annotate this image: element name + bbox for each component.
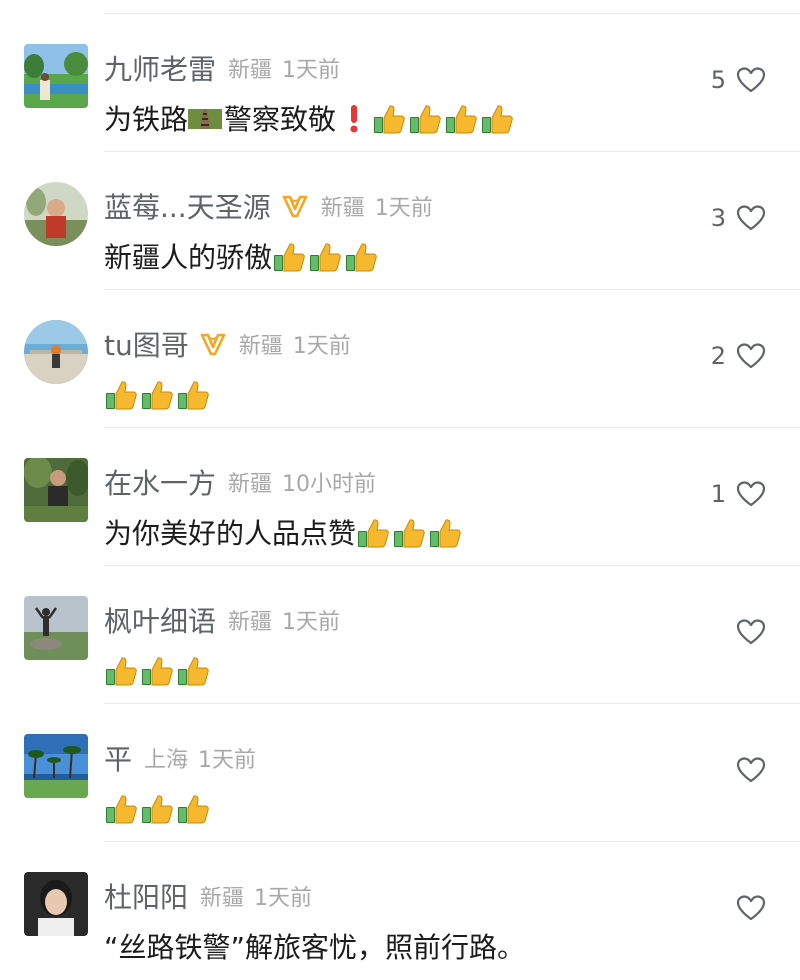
timestamp: 10小时前 xyxy=(282,472,377,497)
username[interactable]: 蓝莓...天圣源 xyxy=(104,186,271,226)
user-avatar[interactable] xyxy=(24,320,88,384)
comment-item: 枫叶细语 新疆 1天前 xyxy=(0,566,800,704)
user-avatar[interactable] xyxy=(24,734,88,798)
railway-track-icon xyxy=(188,101,223,135)
location-label: 上海 xyxy=(144,748,189,773)
thumbs-up-icon xyxy=(104,653,138,687)
heart-icon[interactable] xyxy=(736,756,766,784)
user-avatar[interactable] xyxy=(24,872,88,936)
comment-meta: 杜阳阳 新疆 1天前 xyxy=(104,878,312,914)
user-avatar[interactable] xyxy=(24,182,88,246)
username[interactable]: 杜阳阳 xyxy=(104,876,188,916)
thumbs-up-icon xyxy=(392,515,426,549)
comment-text-part: 新疆人的骄傲 xyxy=(104,241,273,274)
exclamation-icon xyxy=(344,101,364,135)
comment-text-part: 警察致敬 xyxy=(224,103,337,136)
timestamp: 1天前 xyxy=(282,610,341,635)
heart-icon[interactable] xyxy=(736,480,766,508)
like-count: 2 xyxy=(710,342,726,370)
username[interactable]: 枫叶细语 xyxy=(104,600,216,640)
timestamp: 1天前 xyxy=(374,196,433,221)
thumbs-up-icon xyxy=(408,101,442,135)
thumbs-up-icon xyxy=(176,377,210,411)
comment-meta: 枫叶细语 新疆 1天前 xyxy=(104,602,340,638)
comment-text: “丝路铁警”解旅客忧，照前行路。 xyxy=(104,926,525,966)
comment-text-part: 为铁路 xyxy=(104,103,189,136)
thumbs-up-icon xyxy=(272,239,306,273)
comment-text-part: 为你美好的人品点赞 xyxy=(104,517,357,550)
thumbs-up-icon xyxy=(356,515,390,549)
heart-icon[interactable] xyxy=(736,342,766,370)
comment-text xyxy=(104,788,212,828)
comment-item: 杜阳阳 新疆 1天前 “丝路铁警”解旅客忧，照前行路。 xyxy=(0,842,800,980)
heart-icon[interactable] xyxy=(736,66,766,94)
user-avatar[interactable] xyxy=(24,596,88,660)
comment-meta: 九师老雷 新疆 1天前 xyxy=(104,50,340,86)
comment-text-part: “丝路铁警”解旅客忧，照前行路。 xyxy=(104,931,526,964)
verified-badge-icon xyxy=(199,331,227,357)
like-count: 5 xyxy=(710,66,726,94)
comment-meta: 蓝莓...天圣源 新疆 1天前 xyxy=(104,188,433,224)
thumbs-up-icon xyxy=(344,239,378,273)
thumbs-up-icon xyxy=(176,653,210,687)
comment-item: 蓝莓...天圣源 新疆 1天前 新疆人的骄傲 3 xyxy=(0,152,800,290)
thumbs-up-icon xyxy=(104,791,138,825)
username[interactable]: tu图哥 xyxy=(104,324,189,364)
thumbs-up-icon xyxy=(140,377,174,411)
like-button[interactable]: 5 xyxy=(711,66,766,94)
thumbs-up-icon xyxy=(140,653,174,687)
heart-icon[interactable] xyxy=(736,618,766,646)
user-avatar[interactable] xyxy=(24,44,88,108)
timestamp: 1天前 xyxy=(254,886,313,911)
like-count: 3 xyxy=(710,204,726,232)
verified-badge-icon xyxy=(281,193,309,219)
thumbs-up-icon xyxy=(372,101,406,135)
like-button[interactable] xyxy=(712,894,766,922)
thumbs-up-icon xyxy=(308,239,342,273)
comment-meta: 平 上海 1天前 xyxy=(104,740,256,776)
comment-item: 平 上海 1天前 xyxy=(0,704,800,842)
timestamp: 1天前 xyxy=(198,748,257,773)
comment-item: tu图哥 新疆 1天前 2 xyxy=(0,290,800,428)
username[interactable]: 平 xyxy=(104,738,132,778)
comment-meta: 在水一方 新疆 10小时前 xyxy=(104,464,376,500)
thumbs-up-icon xyxy=(140,791,174,825)
username[interactable]: 在水一方 xyxy=(104,462,216,502)
user-avatar[interactable] xyxy=(24,458,88,522)
location-label: 新疆 xyxy=(228,610,273,635)
heart-icon[interactable] xyxy=(736,894,766,922)
like-button[interactable] xyxy=(712,618,766,646)
comment-meta: tu图哥 新疆 1天前 xyxy=(104,326,351,362)
comment-text: 为铁路 警察致敬 xyxy=(104,98,516,138)
location-label: 新疆 xyxy=(200,886,245,911)
like-button[interactable]: 3 xyxy=(711,204,766,232)
location-label: 新疆 xyxy=(228,58,273,83)
comment-item: 九师老雷 新疆 1天前 为铁路 警察致敬 5 xyxy=(0,14,800,152)
thumbs-up-icon xyxy=(428,515,462,549)
like-button[interactable] xyxy=(712,756,766,784)
like-button[interactable]: 1 xyxy=(711,480,766,508)
thumbs-up-icon xyxy=(104,377,138,411)
thumbs-up-icon xyxy=(480,101,514,135)
username[interactable]: 九师老雷 xyxy=(104,48,216,88)
location-label: 新疆 xyxy=(320,196,365,221)
like-button[interactable]: 2 xyxy=(711,342,766,370)
comment-text: 为你美好的人品点赞 xyxy=(104,512,464,552)
location-label: 新疆 xyxy=(238,334,283,359)
comment-text xyxy=(104,374,212,414)
timestamp: 1天前 xyxy=(282,58,341,83)
like-count: 1 xyxy=(710,480,726,508)
thumbs-up-icon xyxy=(444,101,478,135)
heart-icon[interactable] xyxy=(736,204,766,232)
location-label: 新疆 xyxy=(228,472,273,497)
comment-text xyxy=(104,650,212,690)
thumbs-up-icon xyxy=(176,791,210,825)
comment-text: 新疆人的骄傲 xyxy=(104,236,380,276)
timestamp: 1天前 xyxy=(292,334,351,359)
comment-item: 在水一方 新疆 10小时前 为你美好的人品点赞 1 xyxy=(0,428,800,566)
